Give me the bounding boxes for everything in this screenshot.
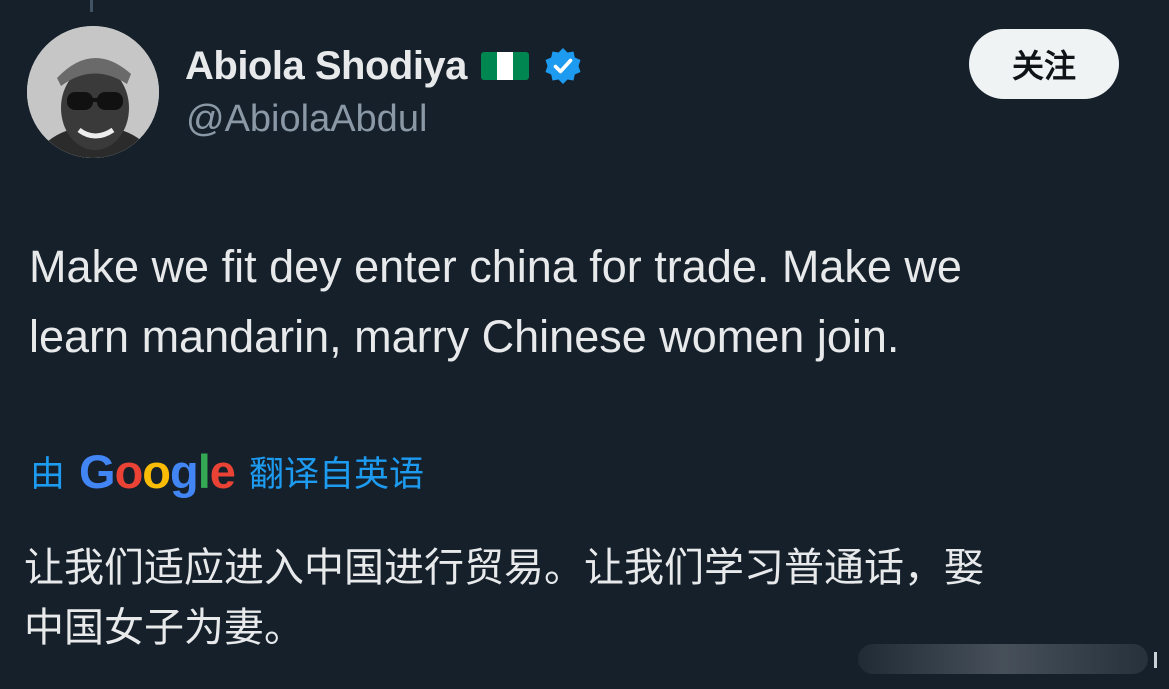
scrollbar-indicator[interactable] [1154,652,1157,668]
follow-button[interactable]: 关注 [969,29,1119,99]
translated-tweet-text: 让我们适应进入中国进行贸易。让我们学习普通话，娶 中国女子为妻。 [24,538,1134,658]
thread-connector-line [90,0,93,12]
avatar-image [27,26,159,158]
author-name-row: Abiola Shodiya [185,38,583,94]
verified-badge-icon [545,48,581,84]
translated-text-line-2: 中国女子为妻。 [24,605,304,651]
google-logo: Google [79,444,236,498]
tweet-text: Make we fit dey enter china for trade. M… [29,232,1139,372]
author-display-name[interactable]: Abiola Shodiya [185,44,467,89]
tweet-text-line-1: Make we fit dey enter china for trade. M… [29,241,962,292]
translated-text-line-1: 让我们适应进入中国进行贸易。让我们学习普通话，娶 [24,545,984,591]
translation-prefix: 由 [30,454,66,495]
nigeria-flag-icon [480,52,529,80]
avatar[interactable] [27,26,159,158]
author-handle[interactable]: @AbiolaAbdul [186,98,427,141]
translation-suffix: 翻译自英语 [248,454,424,495]
translation-attribution[interactable]: 由 Google 翻译自英语 [30,440,424,502]
tweet-text-line-2: learn mandarin, marry Chinese women join… [29,311,900,362]
blurred-watermark [858,644,1148,674]
